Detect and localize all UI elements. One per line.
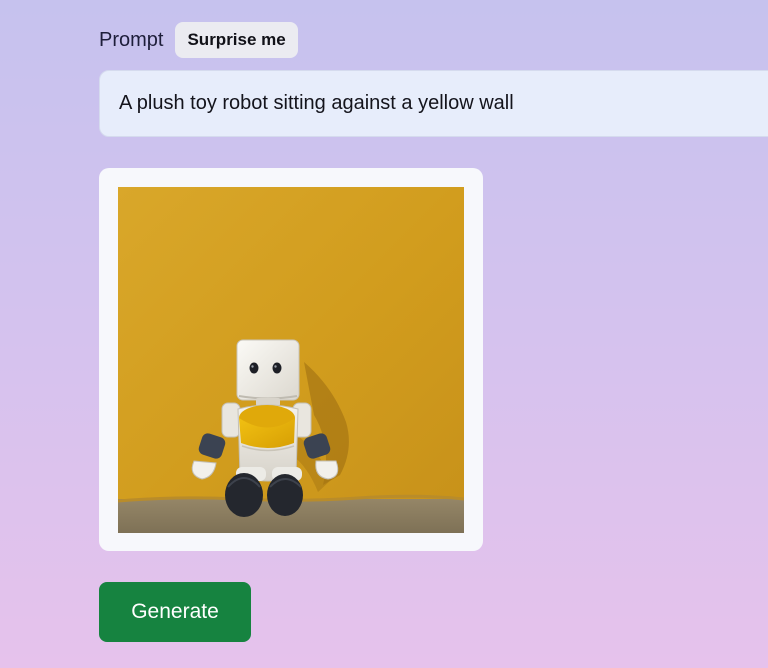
prompt-label: Prompt	[99, 28, 164, 51]
generate-button[interactable]: Generate	[99, 582, 251, 642]
surprise-me-button[interactable]: Surprise me	[175, 22, 298, 58]
generated-image	[118, 187, 464, 533]
robot-head	[236, 339, 300, 401]
prompt-input[interactable]	[99, 70, 768, 137]
plush-robot-image	[118, 187, 464, 533]
prompt-header: Prompt Surprise me	[99, 22, 298, 58]
generated-image-card	[99, 168, 483, 551]
